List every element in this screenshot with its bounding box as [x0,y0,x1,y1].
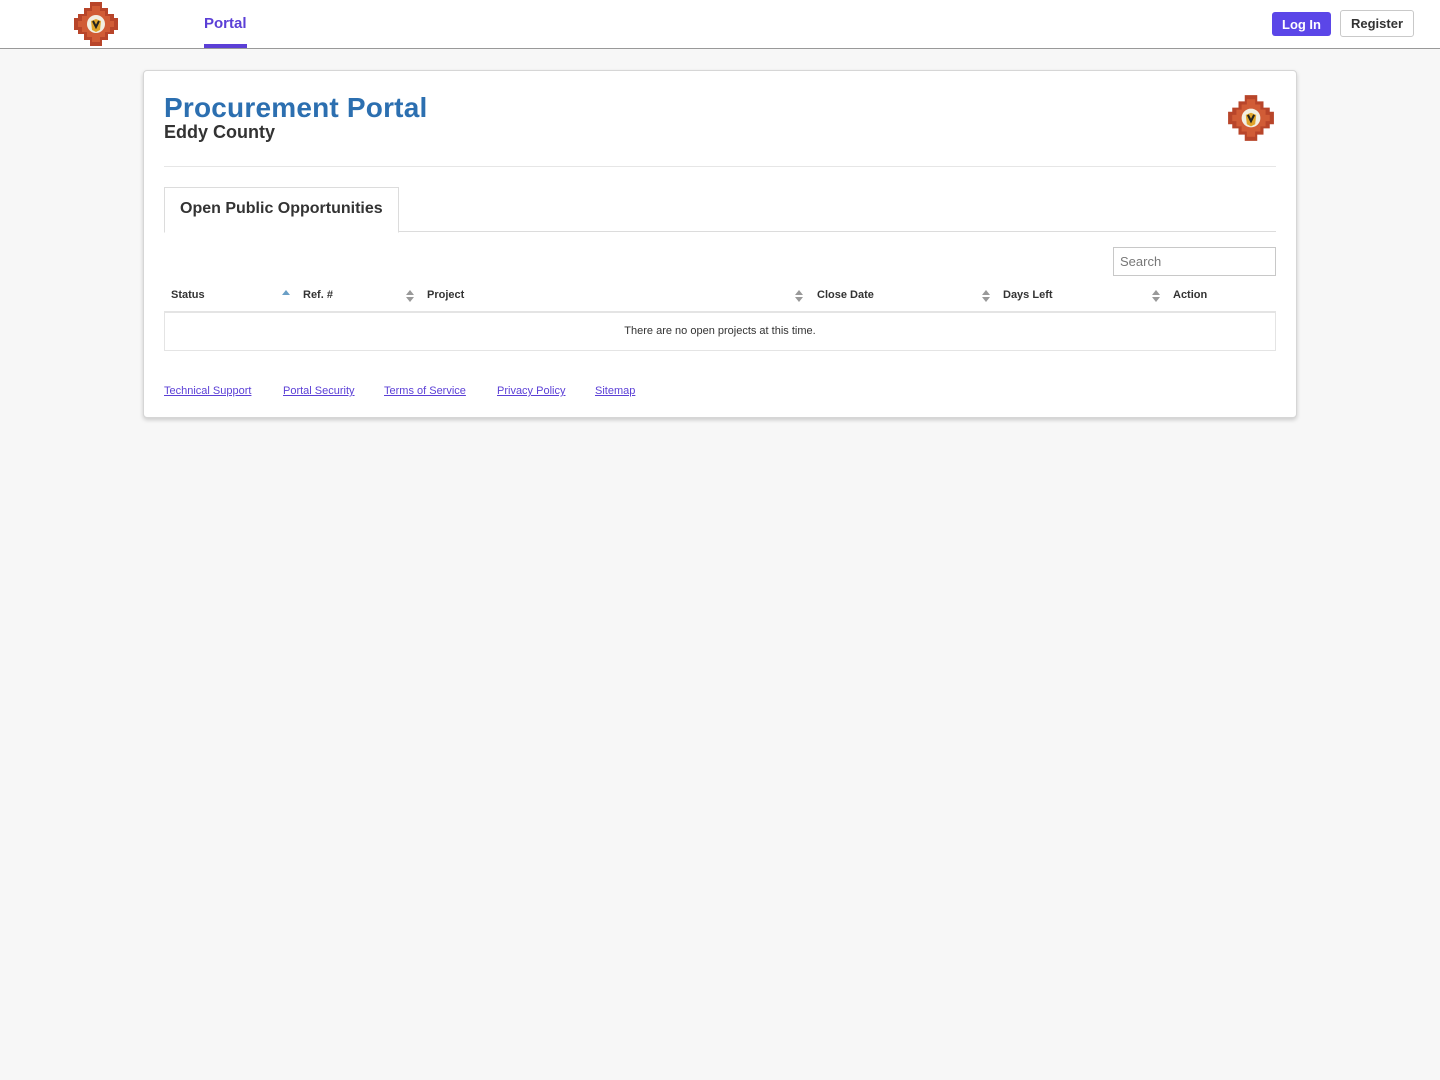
county-seal-logo [1228,95,1274,141]
register-button[interactable]: Register [1340,10,1414,37]
page-subtitle: Eddy County [164,122,275,142]
county-seal-logo[interactable] [72,0,120,48]
table-header: Status Ref. # Project Close Date Days Le… [164,283,1276,313]
title-divider [164,166,1276,167]
top-nav: Portal Log In Register [0,0,1440,49]
footer-link-portal-security[interactable]: Portal Security [283,385,355,397]
sort-both-icon[interactable] [406,289,414,303]
sort-both-icon[interactable] [795,289,803,303]
search-input[interactable] [1113,247,1276,276]
column-header-action: Action [1173,289,1208,301]
empty-table-message: There are no open projects at this time. [624,325,816,337]
table-body: There are no open projects at this time. [164,313,1276,351]
column-header-ref[interactable]: Ref. # [303,283,333,311]
login-button[interactable]: Log In [1272,12,1331,36]
column-header-close-date[interactable]: Close Date [817,283,874,311]
sort-both-icon[interactable] [982,289,990,303]
footer-link-sitemap[interactable]: Sitemap [595,385,635,397]
column-header-project[interactable]: Project [427,283,464,311]
sort-ascending-icon[interactable] [282,289,290,303]
footer-link-terms-of-service[interactable]: Terms of Service [384,385,466,397]
nav-tab-portal[interactable]: Portal [204,0,247,48]
sort-both-icon[interactable] [1152,289,1160,303]
footer-link-technical-support[interactable]: Technical Support [164,385,251,397]
page-title: Procurement Portal [164,92,428,123]
footer-link-privacy-policy[interactable]: Privacy Policy [497,385,565,397]
column-header-status[interactable]: Status [171,283,205,311]
portal-card: Procurement Portal Eddy County Open Publ… [143,70,1297,418]
column-header-days-left[interactable]: Days Left [1003,283,1053,311]
tab-open-public-opportunities[interactable]: Open Public Opportunities [164,187,399,233]
